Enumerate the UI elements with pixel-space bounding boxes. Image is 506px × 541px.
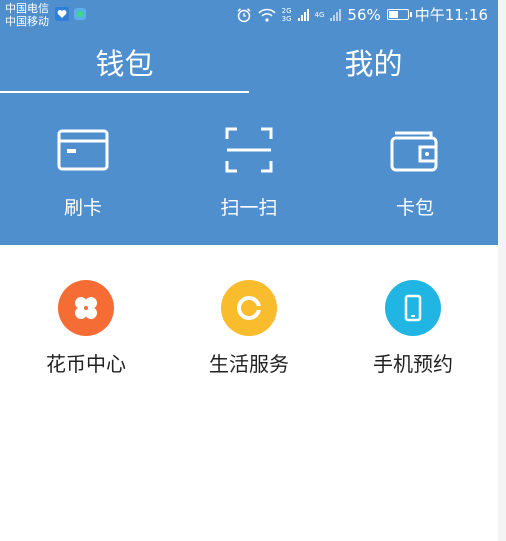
status-right: 2G 3G 4G 56% 中午11:16 [236, 4, 488, 25]
heart-app-icon [55, 7, 69, 21]
tab-mine[interactable]: 我的 [249, 38, 498, 90]
edge-strip [498, 0, 506, 541]
card-wallet-button[interactable]: 卡包 [332, 125, 498, 220]
scan-button[interactable]: 扫一扫 [166, 125, 332, 220]
flower-coin-center-button[interactable]: 花币中心 [3, 280, 169, 377]
flower-icon-circle [58, 280, 114, 336]
battery-icon [386, 9, 412, 20]
network-type-top: 2G [281, 6, 292, 15]
tab-wallet[interactable]: 钱包 [0, 38, 249, 90]
life-service-icon [237, 296, 263, 320]
phone-icon [404, 294, 422, 322]
network-type-bottom: 3G [281, 14, 292, 23]
wallet-icon [390, 131, 438, 172]
battery-percent: 56% [347, 5, 381, 24]
signal-icon-2 [330, 8, 342, 21]
active-tab-indicator [0, 91, 249, 93]
flower-icon [75, 297, 97, 319]
phone-icon-circle [385, 280, 441, 336]
phone-reservation-button[interactable]: 手机预约 [330, 280, 496, 377]
alarm-icon [237, 7, 251, 22]
top-tabs: 钱包 我的 [0, 38, 498, 94]
swipe-card-label: 刷卡 [63, 197, 102, 219]
life-service-icon-circle [221, 280, 277, 336]
life-service-label: 生活服务 [209, 352, 289, 376]
swipe-card-button[interactable]: 刷卡 [0, 125, 166, 220]
scan-icon [225, 127, 273, 173]
carrier-2: 中国移动 [5, 15, 49, 28]
flower-coin-center-label: 花币中心 [46, 352, 126, 376]
clock: 中午11:16 [414, 6, 488, 24]
status-bar: 中国电信 中国移动 2G 3G 4G 56% 中午11:16 [0, 0, 498, 30]
carrier-names: 中国电信 中国移动 [5, 2, 49, 28]
security-app-icon [74, 8, 86, 20]
notification-icons [55, 7, 87, 21]
life-service-button[interactable]: 生活服务 [166, 280, 332, 377]
network-4g: 4G [315, 11, 325, 19]
carrier-1: 中国电信 [5, 2, 49, 15]
credit-card-icon [57, 129, 109, 171]
network-4g-label: 4G [314, 10, 325, 19]
network-type: 2G 3G [282, 7, 292, 23]
card-wallet-label: 卡包 [395, 197, 434, 219]
phone-reservation-label: 手机预约 [373, 352, 453, 376]
battery-fill [388, 11, 399, 18]
signal-icon-1 [297, 8, 309, 21]
wifi-icon [258, 8, 276, 22]
scan-label: 扫一扫 [220, 197, 278, 219]
